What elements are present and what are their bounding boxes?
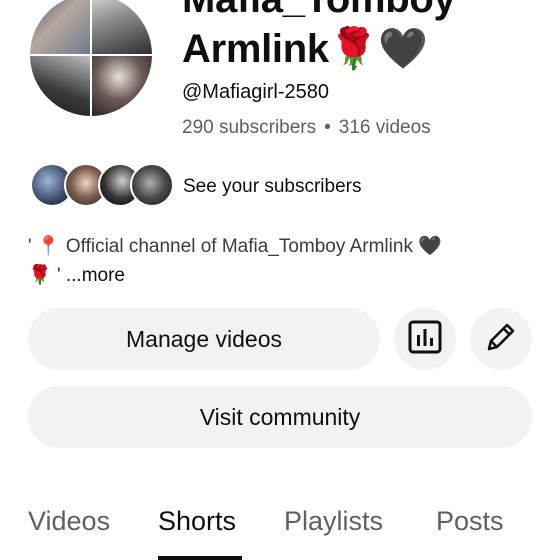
rose-emoji: 🌹	[28, 264, 52, 286]
visit-community-label: Visit community	[199, 403, 361, 430]
pin-emoji: 📍	[36, 235, 61, 257]
tab-playlists[interactable]: Playlists	[284, 504, 383, 538]
manage-videos-label: Manage videos	[126, 325, 282, 352]
channel-name: Mafia_Tomboy Armlink🌹🖤	[182, 0, 456, 74]
stats-separator: •	[324, 117, 331, 138]
manage-videos-button[interactable]: Manage videos	[28, 308, 380, 370]
see-subscribers-link[interactable]: See your subscribers	[183, 175, 361, 199]
channel-name-line2: Armlink🌹🖤	[182, 24, 455, 74]
channel-tabs: Videos Shorts Playlists Posts	[0, 496, 560, 560]
active-tab-indicator	[158, 556, 242, 560]
avatar-photo-3	[30, 56, 90, 116]
pencil-icon	[483, 319, 519, 360]
bar-chart-icon	[407, 319, 443, 360]
avatar-photo-1	[30, 0, 90, 54]
subscriber-count: 290 subscribers	[182, 117, 317, 138]
more-link[interactable]: ...more	[66, 265, 125, 286]
tab-posts[interactable]: Posts	[436, 504, 504, 538]
video-count: 316 videos	[338, 117, 431, 138]
desc-text: Official channel of Mafia_Tomboy Armlink	[60, 236, 419, 257]
channel-handle: @Mafiagirl-2580	[182, 81, 330, 103]
tab-videos[interactable]: Videos	[28, 504, 110, 538]
avatar-photo-4	[92, 56, 152, 116]
rose-emoji: 🌹	[328, 26, 379, 72]
subscriber-avatar	[130, 163, 174, 207]
black-heart-emoji: 🖤	[378, 26, 428, 72]
tab-shorts[interactable]: Shorts	[158, 504, 236, 538]
desc-prefix: '	[28, 236, 37, 257]
subscriber-avatars[interactable]	[30, 163, 174, 207]
black-heart-emoji: 🖤	[418, 235, 442, 257]
visit-community-button[interactable]: Visit community	[28, 386, 532, 448]
avatar-photo-2	[92, 0, 152, 54]
analytics-button[interactable]	[394, 308, 456, 370]
edit-channel-button[interactable]	[470, 308, 532, 370]
desc-text-2: '	[51, 265, 66, 286]
channel-avatar[interactable]	[30, 0, 152, 116]
channel-name-text: Armlink	[182, 27, 329, 71]
channel-description[interactable]: ' 📍 Official channel of Mafia_Tomboy Arm…	[28, 232, 528, 290]
channel-name-line1: Mafia_Tomboy	[182, 0, 456, 24]
channel-stats: 290 subscribers • 316 videos	[182, 116, 431, 140]
